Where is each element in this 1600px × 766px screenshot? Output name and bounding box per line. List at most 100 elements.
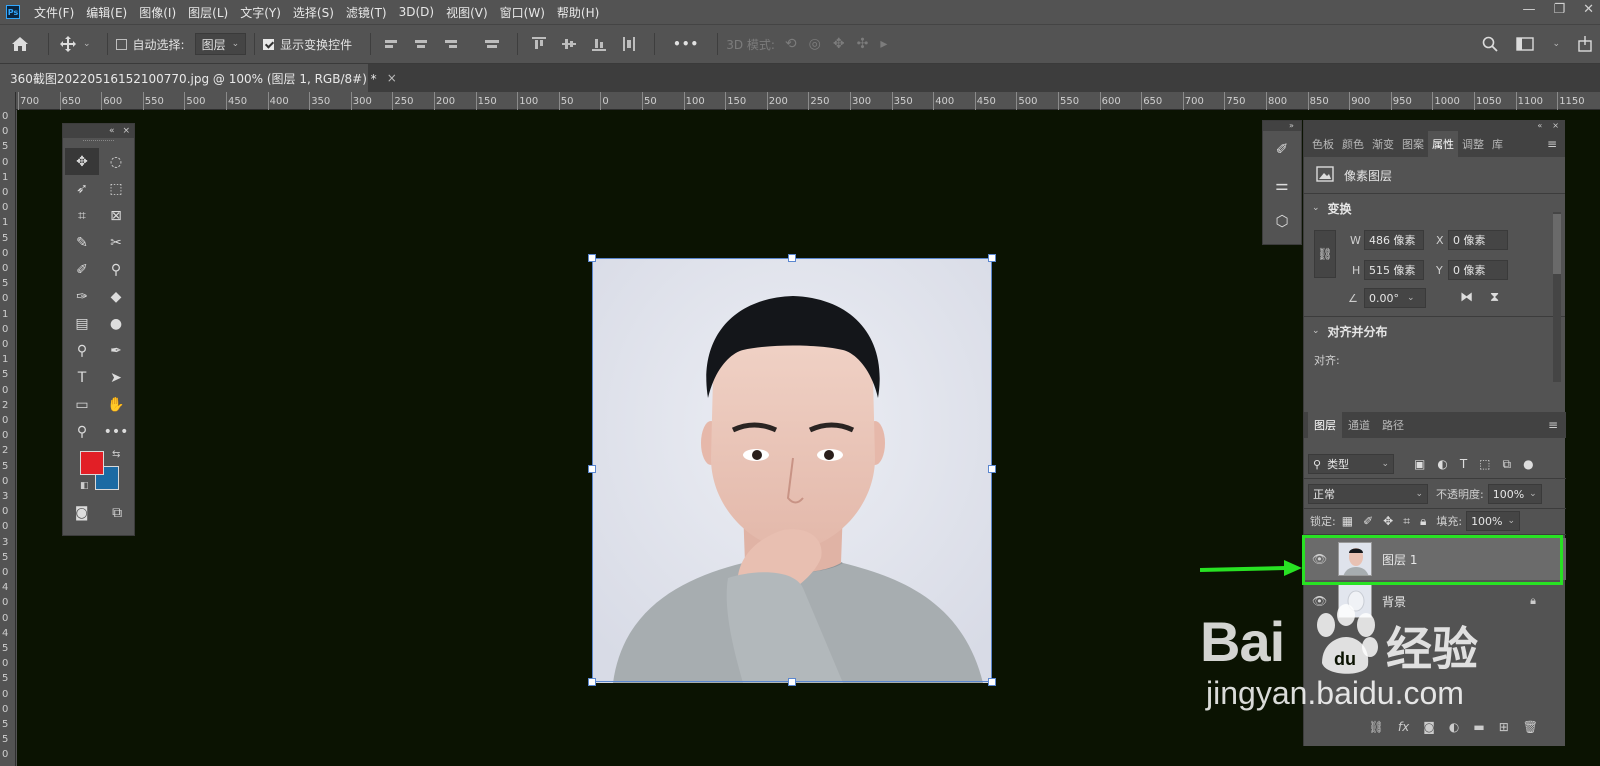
new-layer-icon[interactable]: ⊞ (1499, 720, 1509, 734)
frame-tool-icon[interactable]: ⊠ (99, 202, 133, 229)
zoom-tool-icon[interactable]: ⚲ (65, 418, 99, 445)
close-tab-icon[interactable]: × (387, 71, 397, 85)
align-section-header[interactable]: ⌄ 对齐并分布 (1304, 317, 1565, 345)
align-right-icon[interactable] (445, 37, 459, 51)
more-options-button[interactable]: ••• (673, 37, 699, 51)
crop-tool-icon[interactable]: ⌗ (65, 202, 99, 229)
collapse-icon[interactable]: « (109, 126, 115, 136)
align-center-h-icon[interactable] (415, 37, 429, 51)
tab-libraries[interactable]: 库 (1488, 131, 1507, 157)
dodge-tool-icon[interactable]: ⚲ (65, 337, 99, 364)
tab-pattern[interactable]: 图案 (1398, 131, 1428, 157)
fill-field[interactable]: 100% ⌄ (1466, 511, 1521, 531)
blend-mode-dropdown[interactable]: 正常 ⌄ (1308, 484, 1428, 504)
distribute-vertical-icon[interactable] (485, 37, 500, 51)
more-tools-icon[interactable]: ••• (99, 418, 133, 445)
tab-properties[interactable]: 属性 (1428, 131, 1458, 157)
transform-handle-bottom-left[interactable] (588, 678, 596, 686)
menu-filter[interactable]: 滤镜(T) (346, 4, 387, 21)
brush-tool-icon[interactable]: ✐ (65, 256, 99, 283)
default-colors-icon[interactable]: ◧ (80, 481, 89, 491)
rectangle-tool-icon[interactable]: ▭ (65, 391, 99, 418)
menu-help[interactable]: 帮助(H) (557, 4, 599, 21)
document-tab[interactable]: 360截图20220516152100770.jpg @ 100% (图层 1,… (0, 64, 397, 92)
layers-menu-icon[interactable]: ≡ (1548, 418, 1558, 432)
foreground-color[interactable] (80, 451, 104, 475)
align-left-icon[interactable] (385, 37, 399, 51)
transform-handle-right[interactable] (988, 465, 996, 473)
filter-smart-object-icon[interactable]: ⧉ (1503, 457, 1512, 472)
eyedropper-tool-icon[interactable]: ✎ (65, 229, 99, 256)
3d-cube-icon[interactable]: ⬡ (1263, 203, 1301, 239)
properties-scrollbar[interactable] (1553, 212, 1561, 382)
transform-handle-bottom-right[interactable] (988, 678, 996, 686)
tab-color[interactable]: 颜色 (1338, 131, 1368, 157)
vertical-ruler[interactable]: 0 0 5 0 1 0 0 1 5 0 0 5 0 1 0 0 1 5 0 2 0 0 2 5 0 3 0 0 3 5 0 4 0 0 4 5 0 5 0 0… (0, 92, 16, 766)
move-tool-icon[interactable]: ✥ (65, 148, 99, 175)
minimize-icon[interactable]: — (1522, 2, 1535, 17)
menu-type[interactable]: 文字(Y) (240, 4, 281, 21)
transform-handle-top-right[interactable] (988, 254, 996, 262)
screen-mode-icon[interactable]: ⧉ (112, 505, 122, 521)
3d-slide-icon[interactable]: ✣ (857, 36, 869, 52)
menu-view[interactable]: 视图(V) (446, 4, 488, 21)
link-dimensions-icon[interactable]: ⛓ (1314, 230, 1336, 278)
transform-section-header[interactable]: ⌄ 变换 (1304, 194, 1565, 222)
eraser-tool-icon[interactable]: ◆ (99, 283, 133, 310)
swap-colors-icon[interactable]: ⇆ (112, 449, 120, 460)
filter-kind-dropdown[interactable]: ⚲ 类型 ⌄ (1308, 454, 1394, 474)
transform-handle-bottom[interactable] (788, 678, 796, 686)
align-bottom-icon[interactable] (592, 37, 607, 51)
menu-edit[interactable]: 编辑(E) (86, 4, 127, 21)
y-field[interactable]: 0 像素 (1448, 260, 1508, 280)
menu-window[interactable]: 窗口(W) (500, 4, 545, 21)
menu-layer[interactable]: 图层(L) (188, 4, 228, 21)
width-field[interactable]: 486 像素 (1364, 230, 1424, 250)
share-icon[interactable] (1578, 36, 1592, 52)
3d-roll-icon[interactable]: ◎ (809, 36, 821, 52)
align-middle-icon[interactable] (562, 37, 577, 51)
tab-paths[interactable]: 路径 (1376, 412, 1410, 438)
close-icon[interactable]: × (122, 126, 130, 136)
workspace-icon[interactable] (1516, 37, 1535, 51)
new-adjustment-icon[interactable]: ◐ (1449, 720, 1459, 734)
hand-tool-icon[interactable]: ✋ (99, 391, 133, 418)
pen-tool-icon[interactable]: ✒ (99, 337, 133, 364)
angle-field[interactable]: 0.00° ⌄ (1364, 288, 1426, 308)
menu-image[interactable]: 图像(I) (139, 4, 176, 21)
type-tool-icon[interactable]: T (65, 364, 99, 391)
3d-camera-icon[interactable]: ▸ (880, 36, 887, 52)
healing-tool-icon[interactable]: ✂ (99, 229, 133, 256)
flip-horizontal-icon[interactable]: ⧓ (1460, 290, 1473, 305)
panel-menu-icon[interactable]: ≡ (1547, 137, 1557, 151)
lock-transparency-icon[interactable]: ▦ (1342, 514, 1353, 529)
lock-all-icon[interactable]: 🔒︎ (1420, 514, 1426, 529)
show-transform-checkbox[interactable] (263, 38, 275, 50)
auto-select-checkbox[interactable] (115, 38, 127, 50)
transform-handle-left[interactable] (588, 465, 596, 473)
flip-vertical-icon[interactable]: ⧗ (1490, 290, 1499, 305)
filter-pixel-icon[interactable]: ▣ (1414, 457, 1425, 472)
brush-settings-icon[interactable]: ✐ (1263, 131, 1301, 167)
delete-layer-icon[interactable]: 🗑︎ (1523, 720, 1538, 734)
3d-pan-icon[interactable]: ✥ (833, 36, 845, 52)
chevron-down-icon[interactable]: ⌄ (83, 39, 91, 49)
blur-tool-icon[interactable]: ● (99, 310, 133, 337)
distribute-horizontal-icon[interactable] (622, 37, 636, 51)
scrollbar-thumb[interactable] (1553, 214, 1561, 274)
filter-type-icon[interactable]: T (1460, 457, 1467, 472)
path-select-tool-icon[interactable]: ➤ (99, 364, 133, 391)
tab-channels[interactable]: 通道 (1342, 412, 1376, 438)
menu-3d[interactable]: 3D(D) (399, 5, 434, 19)
align-top-icon[interactable] (532, 37, 547, 51)
3d-orbit-icon[interactable]: ⟲ (785, 36, 797, 52)
gradient-tool-icon[interactable]: ▤ (65, 310, 99, 337)
menu-file[interactable]: 文件(F) (34, 4, 74, 21)
lock-paint-icon[interactable]: ✐ (1363, 514, 1373, 529)
opacity-field[interactable]: 100% ⌄ (1487, 484, 1542, 504)
transform-bounding-box[interactable] (592, 258, 992, 682)
filter-adjustment-icon[interactable]: ◐ (1437, 457, 1447, 472)
lock-artboard-icon[interactable]: ⌗ (1403, 514, 1410, 529)
tab-swatches[interactable]: 色板 (1308, 131, 1338, 157)
new-group-icon[interactable]: ▬ (1473, 720, 1484, 734)
